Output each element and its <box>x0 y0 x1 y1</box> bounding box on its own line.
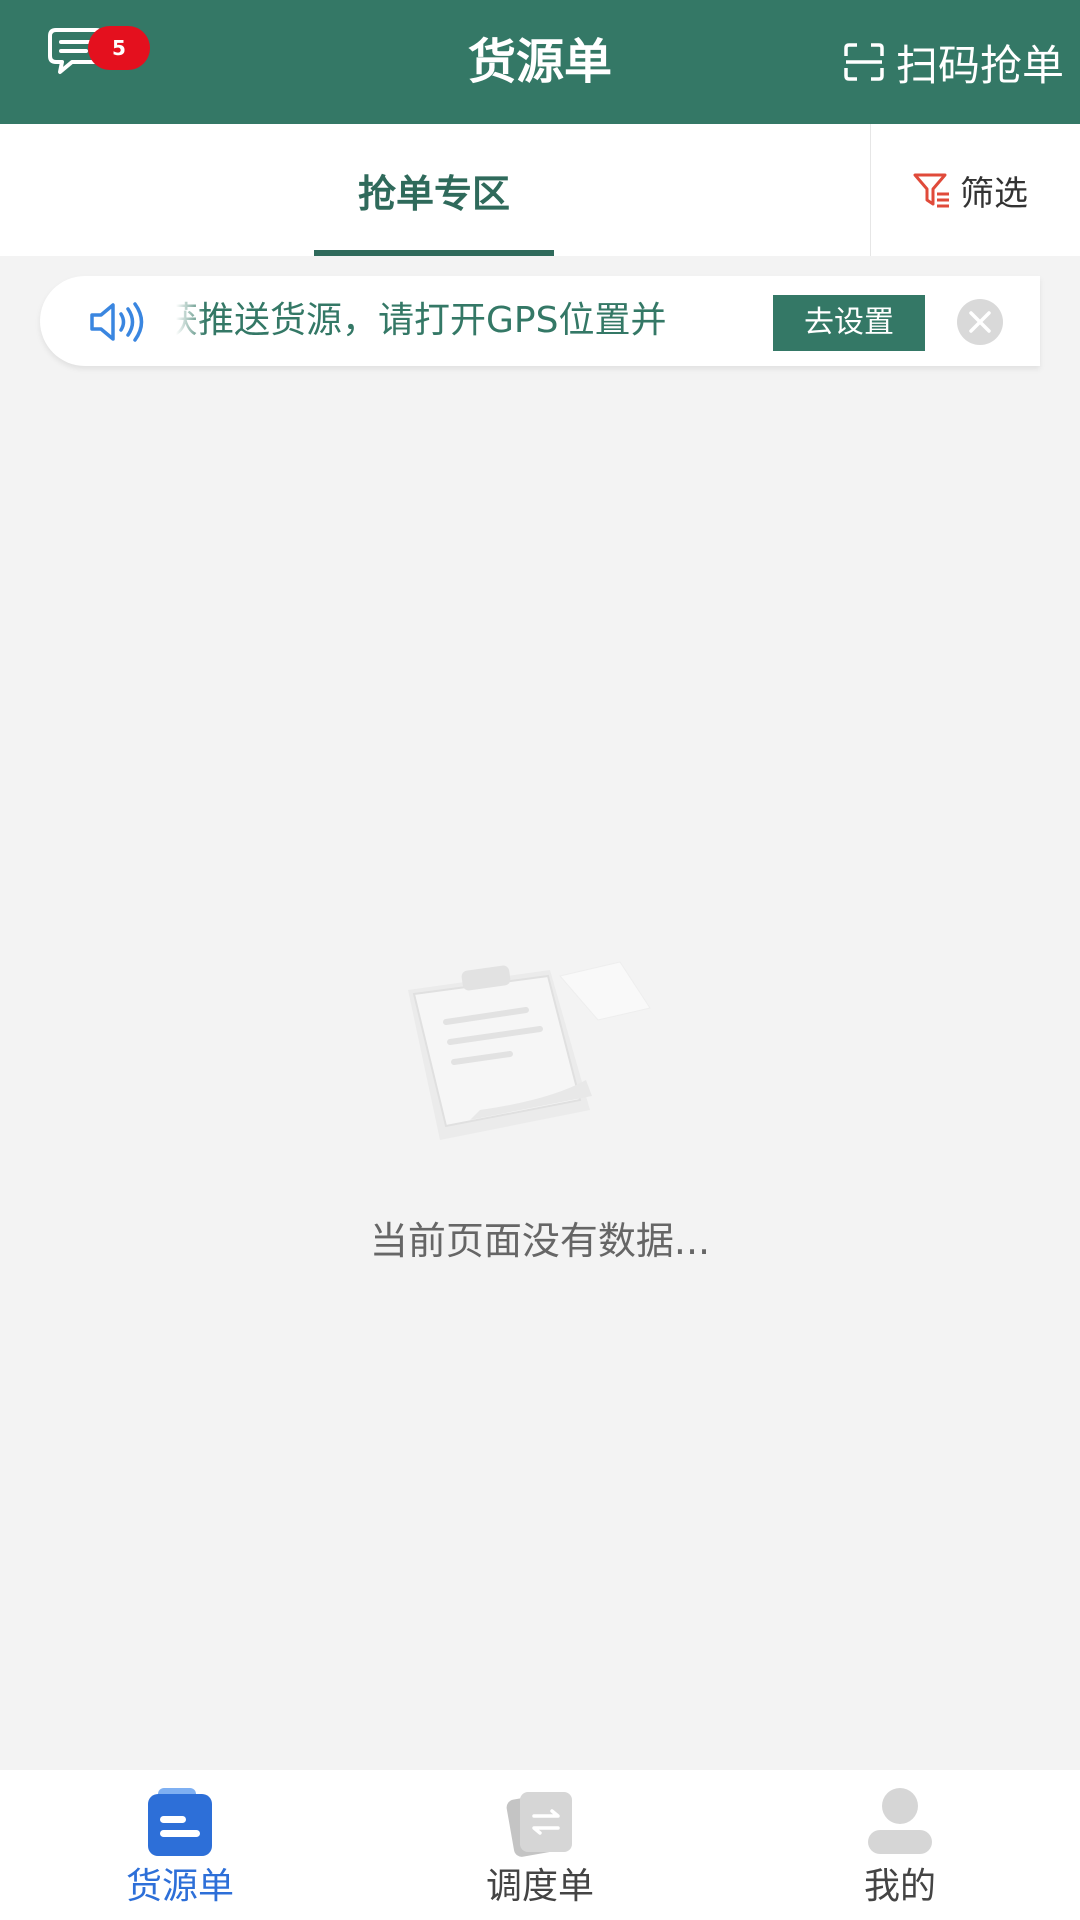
gps-notice-bar: 获推送货源，请打开GPS位置并 去设置 <box>40 276 1040 366</box>
nav-label-mine: 我的 <box>863 1866 936 1907</box>
notice-text: 获推送货源，请打开GPS位置并 <box>176 300 667 341</box>
tab-grab-orders[interactable]: 抢单专区 <box>314 124 554 256</box>
top-header: 5 货源单 扫码抢单 <box>0 0 1080 124</box>
bottom-navigation: 货源单 调度单 我的 <box>0 1770 1080 1920</box>
nav-label-cargo-source: 货源单 <box>125 1866 234 1907</box>
messages-button[interactable]: 5 <box>40 20 160 100</box>
document-icon <box>148 1788 212 1856</box>
profile-icon <box>868 1788 932 1854</box>
notice-fade-left <box>176 276 206 366</box>
nav-item-dispatch[interactable]: 调度单 <box>440 1770 640 1920</box>
app-root: 5 货源单 扫码抢单 抢单专区 筛选 获推送货源，请打开GPS位置并 去设置 当… <box>0 0 1080 1920</box>
nav-item-mine[interactable]: 我的 <box>800 1770 1000 1920</box>
scan-label: 扫码抢单 <box>895 40 1064 90</box>
scan-icon <box>844 43 884 81</box>
scan-grab-order-button[interactable]: 扫码抢单 <box>842 26 1064 98</box>
active-tab-indicator <box>314 250 554 256</box>
close-icon[interactable] <box>956 298 1004 346</box>
tab-divider <box>870 124 871 256</box>
notice-marquee: 获推送货源，请打开GPS位置并 <box>176 276 776 366</box>
filter-icon <box>913 173 949 208</box>
nav-label-dispatch: 调度单 <box>485 1866 594 1907</box>
notice-fade-right <box>746 276 776 366</box>
page-title: 货源单 <box>467 34 612 90</box>
message-count-badge: 5 <box>88 26 150 70</box>
filter-label: 筛选 <box>960 173 1028 214</box>
tab-bar: 抢单专区 筛选 <box>0 124 1080 256</box>
filter-button[interactable]: 筛选 <box>912 124 1028 256</box>
go-settings-button[interactable]: 去设置 <box>773 295 925 351</box>
speaker-icon <box>90 302 144 342</box>
empty-clipboard-illustration <box>408 961 651 1140</box>
empty-state-text: 当前页面没有数据... <box>369 1219 711 1263</box>
nav-item-cargo-source[interactable]: 货源单 <box>80 1770 280 1920</box>
dispatch-icon <box>506 1792 572 1857</box>
